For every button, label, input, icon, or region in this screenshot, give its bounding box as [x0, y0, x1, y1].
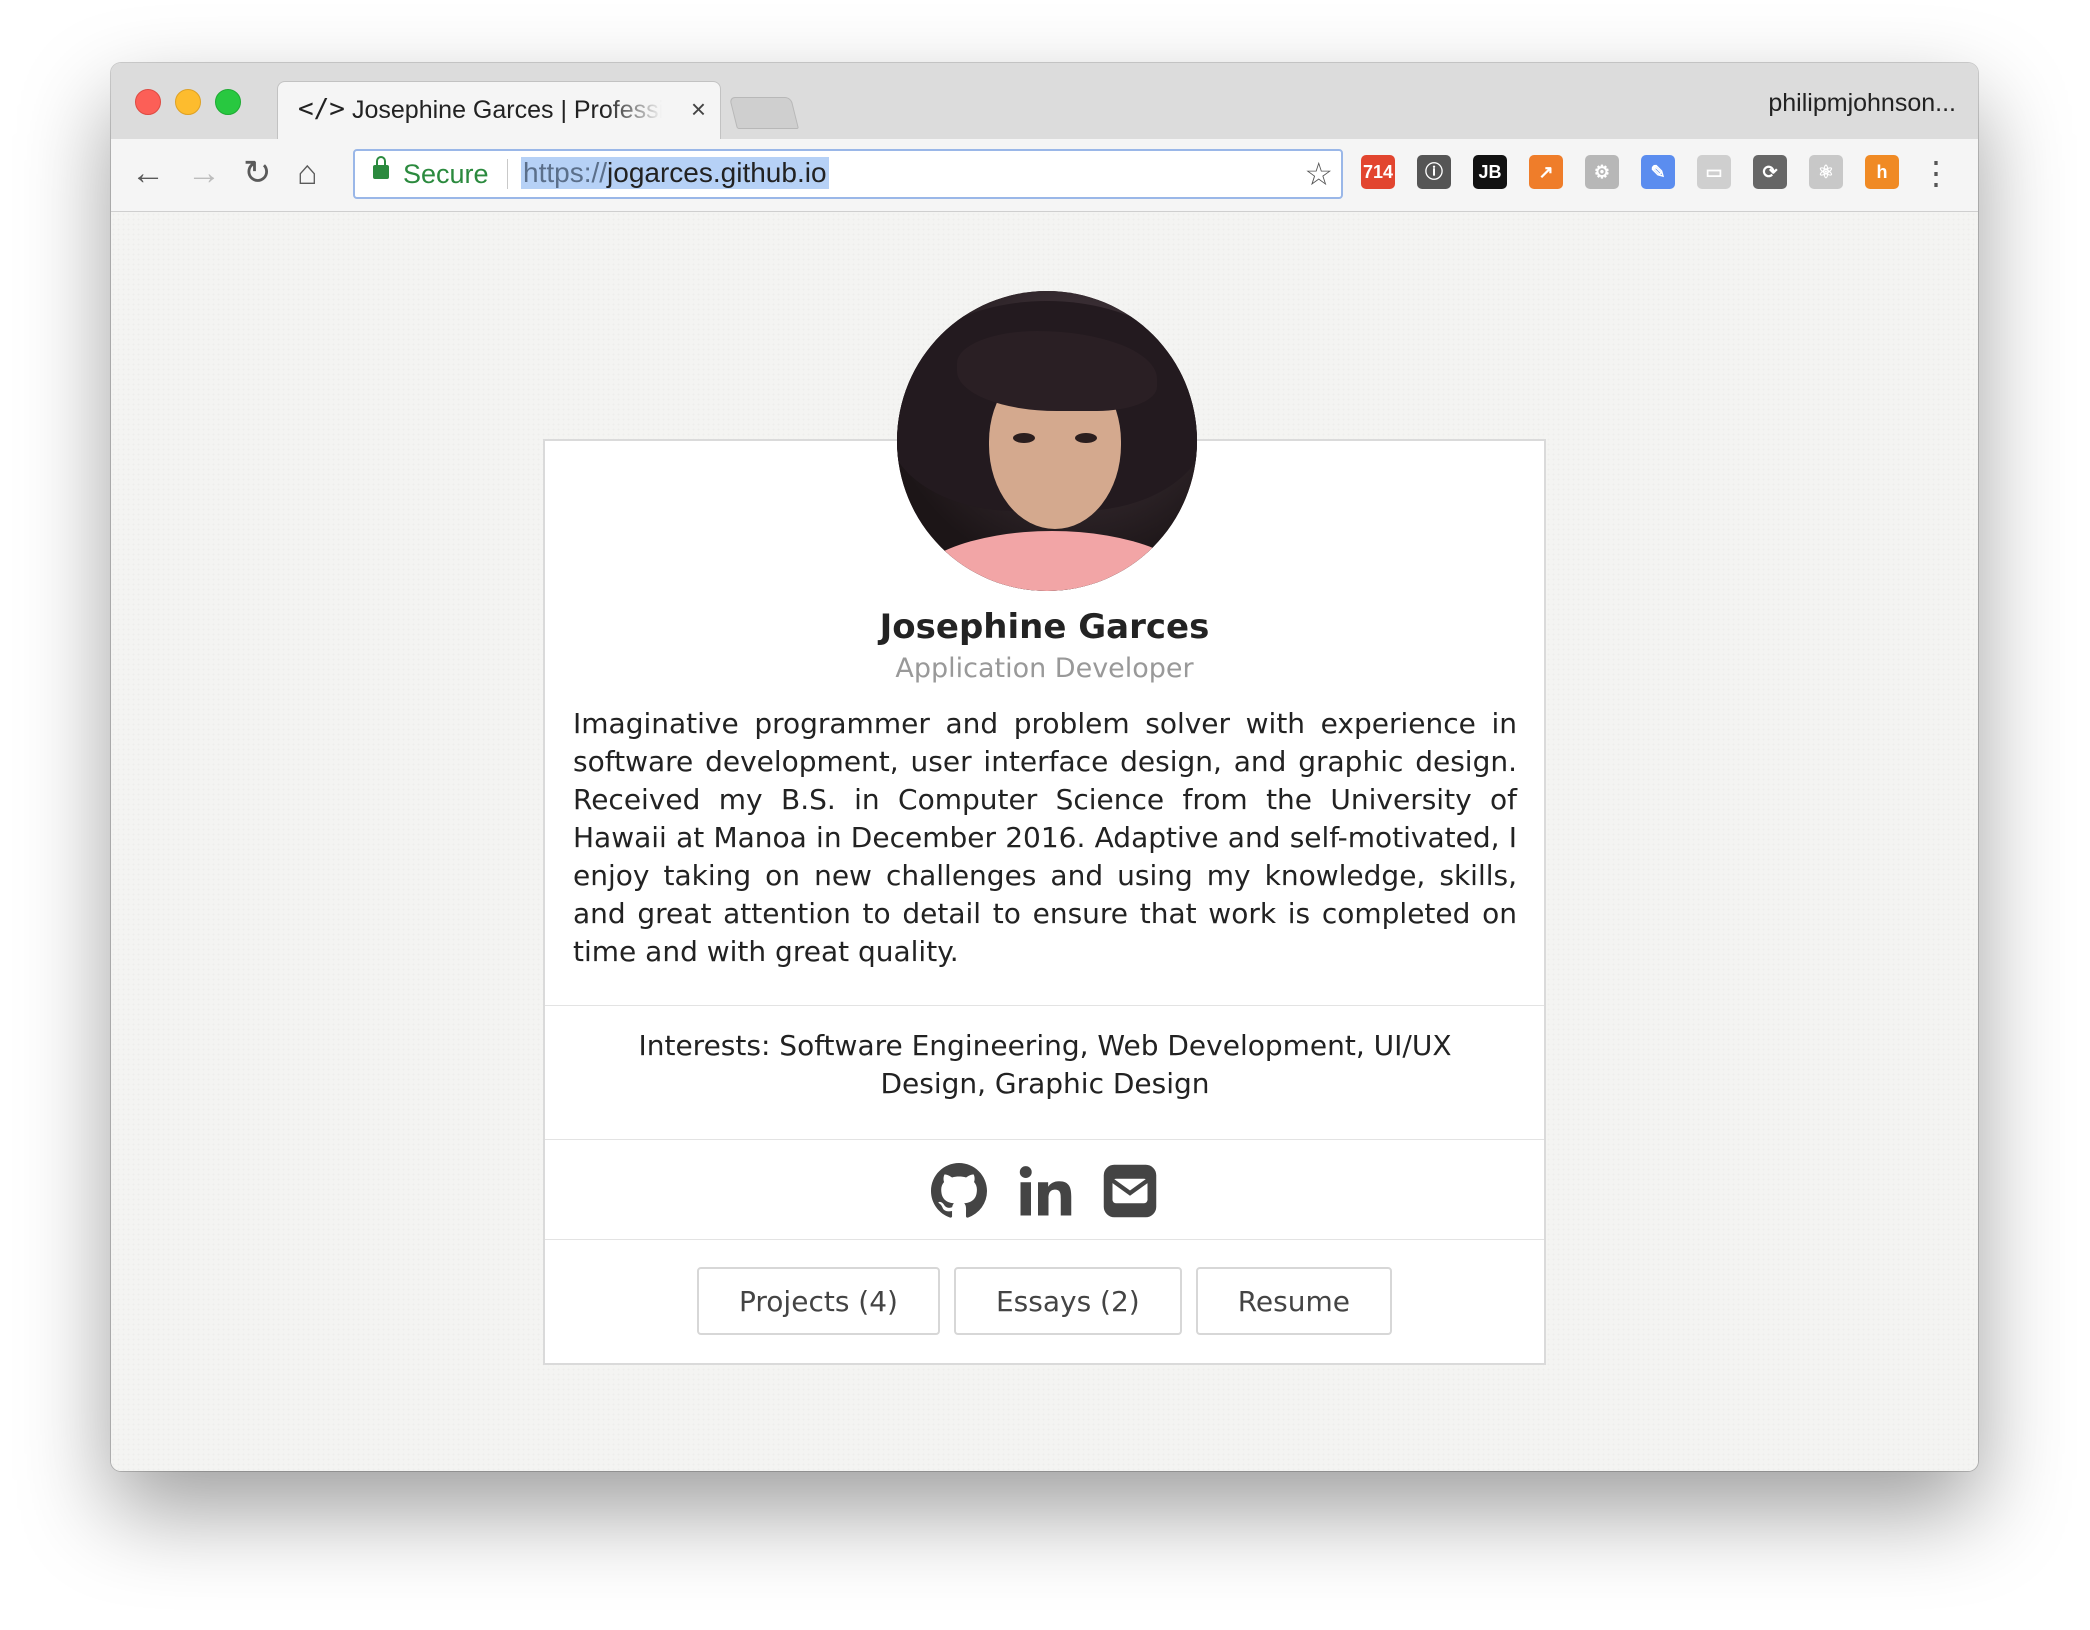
page-extension-icon[interactable]: ▭: [1697, 155, 1731, 189]
browser-menu-icon[interactable]: ⋮: [1920, 153, 1952, 193]
maximize-window-button[interactable]: [215, 89, 241, 115]
avatar: [897, 291, 1197, 591]
home-icon[interactable]: ⌂: [297, 153, 318, 193]
profile-name[interactable]: philipmjohnson...: [1768, 89, 1956, 118]
url-text[interactable]: https://jogarces.github.io: [521, 157, 829, 189]
reload-icon[interactable]: ↻: [243, 153, 272, 193]
info-extension-icon[interactable]: ⓘ: [1417, 155, 1451, 189]
profile-name-heading: Josephine Garces: [879, 607, 1210, 647]
code-icon: </>: [298, 94, 345, 124]
close-window-button[interactable]: [135, 89, 161, 115]
divider: [545, 1005, 1544, 1006]
forward-arrow-icon[interactable]: →: [187, 153, 221, 193]
chart-extension-icon[interactable]: ↗: [1529, 155, 1563, 189]
tool-extension-icon[interactable]: ⚙: [1585, 155, 1619, 189]
sync-extension-icon[interactable]: ⟳: [1753, 155, 1787, 189]
tab-bar: </> Josephine Garces | Professional × ph…: [111, 63, 1978, 142]
url-host: jogarces.github.io: [607, 157, 827, 188]
back-arrow-icon[interactable]: ←: [131, 153, 165, 193]
linkedin-icon[interactable]: [1017, 1163, 1073, 1219]
card-actions: Projects (4) Essays (2) Resume: [545, 1267, 1544, 1335]
social-links: [545, 1163, 1544, 1219]
profile-bio: Imaginative programmer and problem solve…: [573, 707, 1517, 968]
url-scheme: https://: [523, 157, 608, 188]
profile-interests: Interests: Software Engineering, Web Dev…: [638, 1029, 1452, 1100]
react-extension-icon[interactable]: ⚛: [1809, 155, 1843, 189]
bookmark-star-icon[interactable]: ☆: [1304, 155, 1333, 193]
divider: [545, 1139, 1544, 1140]
address-separator: [507, 159, 508, 189]
rss-extension-icon[interactable]: 714: [1361, 155, 1395, 189]
address-bar[interactable]: Secure https://jogarces.github.io ☆: [353, 149, 1343, 199]
browser-toolbar: ← → ↻ ⌂ Secure https://jogarces.github.i…: [111, 139, 1978, 212]
new-tab-button[interactable]: [729, 97, 799, 129]
divider: [545, 1239, 1544, 1240]
secure-label: Secure: [403, 159, 489, 189]
tab-title: Josephine Garces | Professional: [352, 96, 662, 124]
profile-role: Application Developer: [895, 653, 1194, 684]
page-content: Josephine Garces Application Developer I…: [111, 212, 1978, 1471]
honey-extension-icon[interactable]: h: [1865, 155, 1899, 189]
email-icon[interactable]: [1102, 1163, 1158, 1219]
github-icon[interactable]: [931, 1163, 988, 1219]
resume-button[interactable]: Resume: [1195, 1267, 1392, 1335]
eyedropper-extension-icon[interactable]: ✎: [1641, 155, 1675, 189]
essays-button[interactable]: Essays (2): [953, 1267, 1182, 1335]
jetbrains-extension-icon[interactable]: JB: [1473, 155, 1507, 189]
minimize-window-button[interactable]: [175, 89, 201, 115]
lock-icon: [373, 156, 389, 179]
browser-window: </> Josephine Garces | Professional × ph…: [111, 63, 1978, 1471]
close-tab-icon[interactable]: ×: [691, 94, 706, 125]
browser-tab[interactable]: </> Josephine Garces | Professional ×: [277, 81, 721, 142]
projects-button[interactable]: Projects (4): [697, 1267, 940, 1335]
